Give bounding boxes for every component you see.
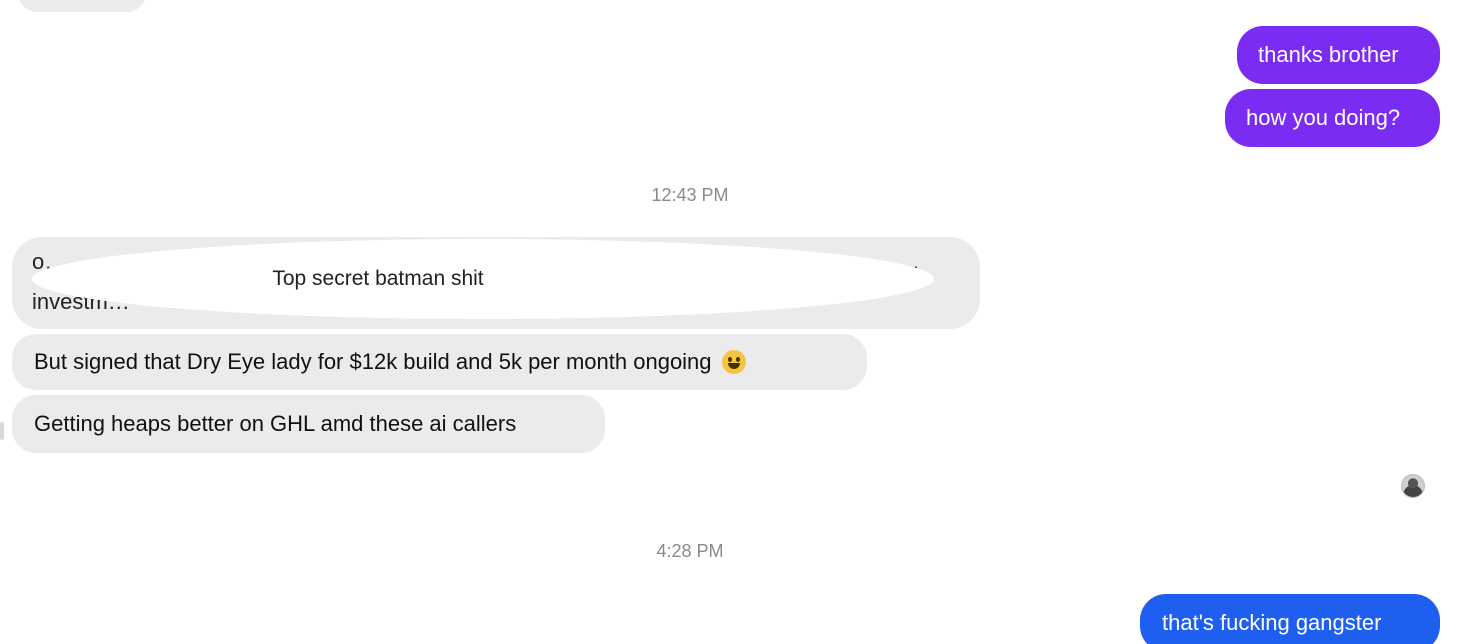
outgoing-message[interactable]: that's fucking gangster: [1140, 594, 1440, 644]
message-text: But signed that Dry Eye lady for $12k bu…: [34, 349, 712, 374]
previous-message-bubble[interactable]: [18, 0, 146, 12]
incoming-message[interactable]: Getting heaps better on GHL amd these ai…: [12, 395, 605, 453]
grinning-face-emoji-icon: [721, 350, 746, 374]
timestamp: 12:43 PM: [651, 185, 729, 205]
message-text: how you doing?: [1246, 105, 1401, 130]
outgoing-message[interactable]: thanks brother: [1237, 26, 1440, 84]
message-text: thanks brother: [1258, 42, 1399, 67]
timestamp: 4:28 PM: [656, 541, 724, 561]
read-receipt-avatar-icon[interactable]: [1401, 474, 1425, 498]
message-thread: thanks brother how you doing? 12:43 PM o…: [0, 0, 1482, 644]
redacted-message-bubble[interactable]: o… investm… … Top secret batman shit: [12, 237, 980, 329]
outgoing-message[interactable]: how you doing?: [1225, 89, 1440, 147]
scroll-edge-marker: [0, 422, 4, 440]
incoming-message[interactable]: But signed that Dry Eye lady for $12k bu…: [12, 334, 867, 390]
redaction-label: Top secret batman shit: [272, 267, 484, 290]
message-text: that's fucking gangster: [1162, 610, 1382, 635]
redaction-overlay: Top secret batman shit: [32, 239, 934, 319]
message-text: Getting heaps better on GHL amd these ai…: [34, 411, 517, 436]
